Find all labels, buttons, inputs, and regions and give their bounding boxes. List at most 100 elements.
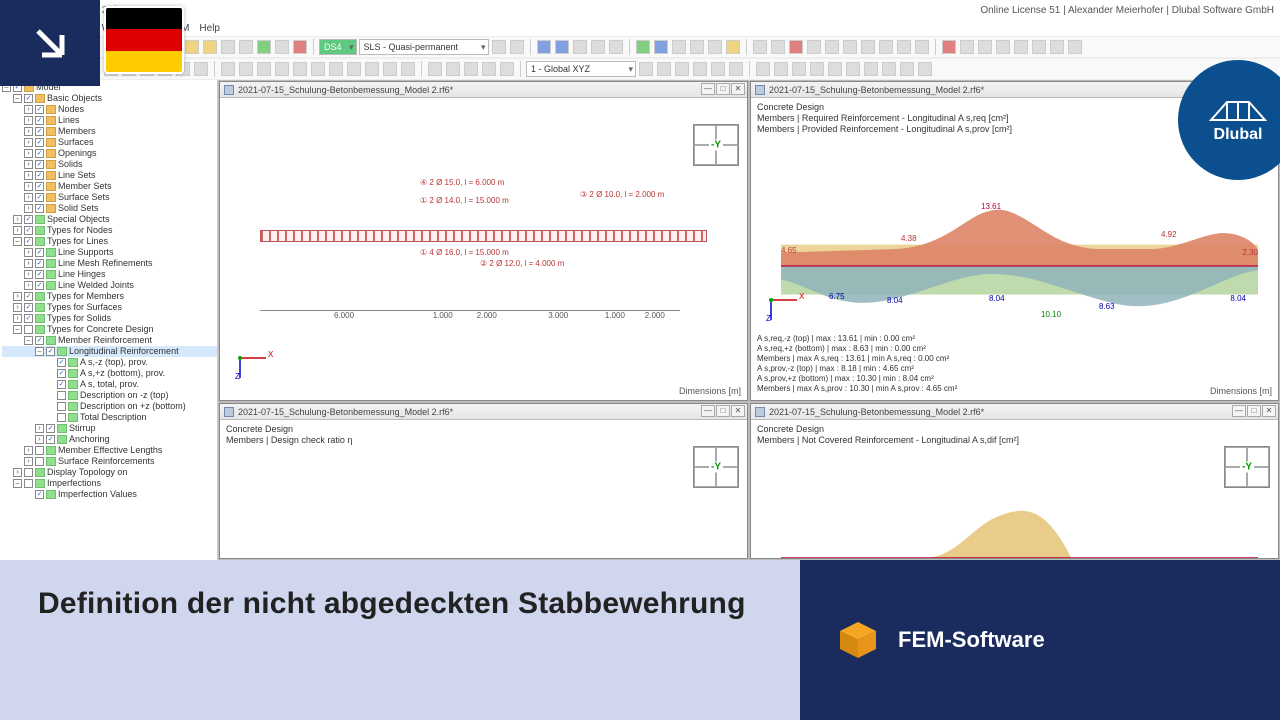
menu-tools[interactable]: Tools: [24, 23, 47, 34]
tb2-icon[interactable]: [756, 62, 770, 76]
tb1-icon[interactable]: [510, 40, 524, 54]
tb1-icon[interactable]: [978, 40, 992, 54]
tb1-icon[interactable]: [654, 40, 668, 54]
tree-item[interactable]: ›Solids: [2, 159, 217, 170]
tb1-icon[interactable]: [591, 40, 605, 54]
tree-item[interactable]: Description on -z (top): [2, 390, 217, 401]
tb2-icon[interactable]: [221, 62, 235, 76]
tb2-icon[interactable]: [846, 62, 860, 76]
tree-item[interactable]: Imperfection Values: [2, 489, 217, 500]
tb1-icon[interactable]: [5, 40, 19, 54]
combo-loadcase[interactable]: SLS - Quasi-permanent: [359, 39, 489, 55]
tb2-icon[interactable]: [482, 62, 496, 76]
tree-item[interactable]: A s,-z (top), prov.: [2, 357, 217, 368]
tb1-icon[interactable]: [960, 40, 974, 54]
tb2-icon[interactable]: [239, 62, 253, 76]
tb1-icon[interactable]: [122, 40, 136, 54]
tree-item[interactable]: ›Line Sets: [2, 170, 217, 181]
tb2-icon[interactable]: [828, 62, 842, 76]
tree-item[interactable]: ›Display Topology on: [2, 467, 217, 478]
tree-item[interactable]: ›Openings: [2, 148, 217, 159]
menu-options[interactable]: Options: [57, 23, 91, 34]
tree-item[interactable]: ›Types for Members: [2, 291, 217, 302]
tb2-icon[interactable]: [383, 62, 397, 76]
tb1-icon[interactable]: [537, 40, 551, 54]
tb2-icon[interactable]: [365, 62, 379, 76]
view-topleft[interactable]: 2021-07-15_Schulung-Betonbemessung_Model…: [219, 81, 748, 401]
tree-item[interactable]: –Types for Concrete Design: [2, 324, 217, 335]
tb2-icon[interactable]: [792, 62, 806, 76]
view-min-button[interactable]: —: [701, 405, 715, 417]
tb1-icon[interactable]: [41, 40, 55, 54]
view-close-button[interactable]: ✕: [731, 405, 745, 417]
tb2-icon[interactable]: [275, 62, 289, 76]
tree-item[interactable]: ›Line Welded Joints: [2, 280, 217, 291]
toolbar-2[interactable]: 1 - Global XYZ: [0, 58, 1280, 80]
tb2-icon[interactable]: [810, 62, 824, 76]
combo-ds[interactable]: DS4: [319, 39, 357, 55]
tb1-icon[interactable]: [861, 40, 875, 54]
tb1-icon[interactable]: [492, 40, 506, 54]
tb1-icon[interactable]: [879, 40, 893, 54]
tb2-icon[interactable]: [864, 62, 878, 76]
tb2-icon[interactable]: [428, 62, 442, 76]
tree-item[interactable]: –Types for Lines: [2, 236, 217, 247]
view-min-button[interactable]: —: [701, 83, 715, 95]
tb1-icon[interactable]: [573, 40, 587, 54]
tree-item[interactable]: ›Members: [2, 126, 217, 137]
tb1-icon[interactable]: [23, 40, 37, 54]
navigator-tree[interactable]: –Model–Basic Objects›Nodes›Lines›Members…: [0, 80, 218, 560]
menu-cadbim[interactable]: CAD-BIM: [147, 23, 189, 34]
tb2-icon[interactable]: [882, 62, 896, 76]
tb1-icon[interactable]: [239, 40, 253, 54]
tree-item[interactable]: ›Surface Sets: [2, 192, 217, 203]
tree-item[interactable]: ›Surfaces: [2, 137, 217, 148]
tb2-icon[interactable]: [639, 62, 653, 76]
tree-item[interactable]: ›Solid Sets: [2, 203, 217, 214]
tb1-icon[interactable]: [996, 40, 1010, 54]
tb2-icon[interactable]: [257, 62, 271, 76]
tb1-icon[interactable]: [221, 40, 235, 54]
view-close-button[interactable]: ✕: [731, 83, 745, 95]
tb1-icon[interactable]: [843, 40, 857, 54]
tree-item[interactable]: –Longitudinal Reinforcement: [2, 346, 217, 357]
tb2-icon[interactable]: [711, 62, 725, 76]
tb1-icon[interactable]: [726, 40, 740, 54]
view-close-button[interactable]: ✕: [1262, 405, 1276, 417]
tb1-icon[interactable]: [86, 40, 100, 54]
tb2-icon[interactable]: [401, 62, 415, 76]
view-max-button[interactable]: □: [1247, 405, 1261, 417]
menu-ts[interactable]: ts: [6, 23, 14, 34]
tb1-icon[interactable]: [609, 40, 623, 54]
tb1-icon[interactable]: [789, 40, 803, 54]
tb2-icon[interactable]: [293, 62, 307, 76]
view-cube[interactable]: -Y: [693, 124, 739, 166]
tb1-icon[interactable]: [807, 40, 821, 54]
tree-item[interactable]: ›Types for Surfaces: [2, 302, 217, 313]
view-bottomleft[interactable]: 2021-07-15_Schulung-Betonbemessung_Model…: [219, 403, 748, 559]
menu-help[interactable]: Help: [199, 23, 220, 34]
tb1-icon[interactable]: [753, 40, 767, 54]
tb2-icon[interactable]: [347, 62, 361, 76]
tb2-icon[interactable]: [900, 62, 914, 76]
tb1-icon[interactable]: [1050, 40, 1064, 54]
tb1-icon[interactable]: [555, 40, 569, 54]
tb1-icon[interactable]: [1014, 40, 1028, 54]
tb2-icon[interactable]: [446, 62, 460, 76]
tb2-icon[interactable]: [657, 62, 671, 76]
tb1-icon[interactable]: [257, 40, 271, 54]
tb1-icon[interactable]: [104, 40, 118, 54]
tree-item[interactable]: ›Stirrup: [2, 423, 217, 434]
tb1-icon[interactable]: [140, 40, 154, 54]
tb2-icon[interactable]: [5, 62, 19, 76]
combo-coord[interactable]: 1 - Global XYZ: [526, 61, 636, 77]
tb2-icon[interactable]: [140, 62, 154, 76]
view-max-button[interactable]: □: [716, 405, 730, 417]
tb2-icon[interactable]: [729, 62, 743, 76]
tree-item[interactable]: ›Line Mesh Refinements: [2, 258, 217, 269]
tb1-icon[interactable]: [771, 40, 785, 54]
tb1-icon[interactable]: [942, 40, 956, 54]
tree-item[interactable]: ›Types for Solids: [2, 313, 217, 324]
tb1-icon[interactable]: [915, 40, 929, 54]
tb1-icon[interactable]: [708, 40, 722, 54]
